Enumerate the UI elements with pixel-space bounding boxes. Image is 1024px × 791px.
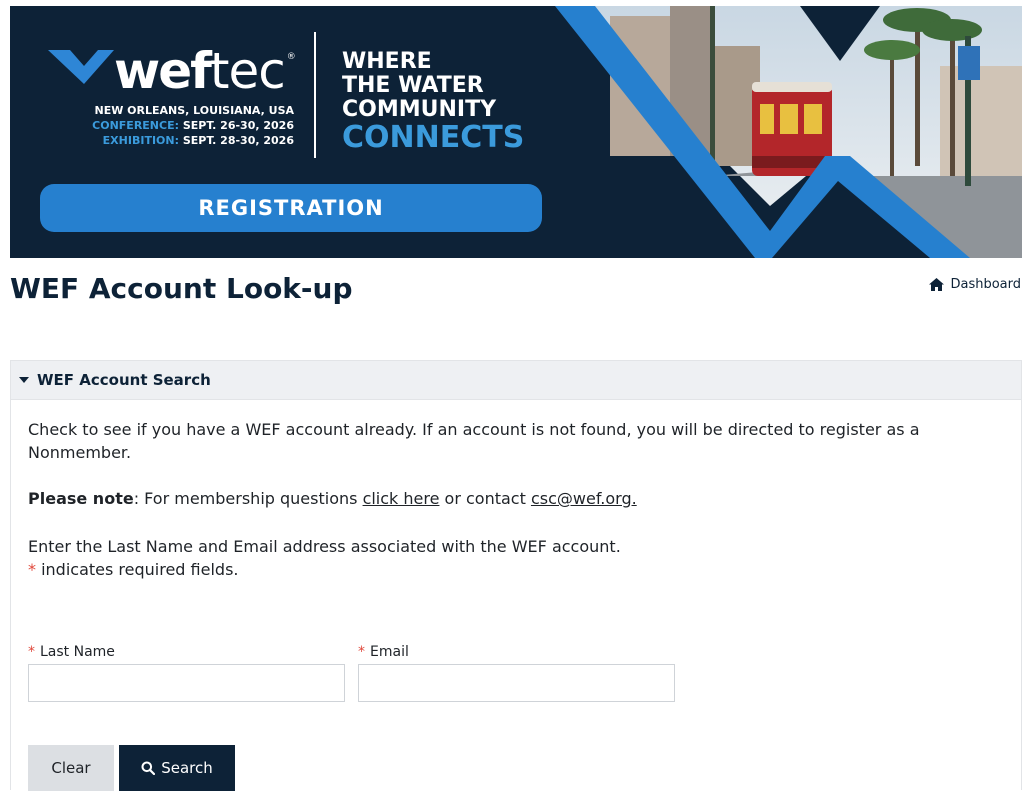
page-title: WEF Account Look-up (10, 272, 353, 305)
csc-email-link[interactable]: csc@wef.org. (531, 489, 637, 508)
account-search-panel: WEF Account Search Check to see if you h… (10, 360, 1022, 791)
banner-divider (314, 32, 316, 158)
logo-registered-mark: ® (286, 52, 296, 62)
weftec-logo: weftec ® (114, 46, 296, 96)
instructions-text: Enter the Last Name and Email address as… (28, 537, 621, 556)
panel-title: WEF Account Search (37, 371, 211, 389)
required-asterisk: * (28, 560, 36, 579)
logo-wef: wef (114, 42, 212, 100)
membership-note: Please note: For membership questions cl… (28, 489, 637, 508)
membership-click-here-link[interactable]: click here (363, 489, 440, 508)
last-name-field-group: * Last Name (28, 644, 345, 702)
banner-tagline: WHERE THE WATER COMMUNITY CONNECTS (342, 49, 525, 155)
intro-text: Check to see if you have a WEF account a… (28, 420, 920, 462)
email-field-group: * Email (358, 644, 675, 702)
dashboard-link[interactable]: Dashboard (929, 277, 1021, 292)
logo-tec: tec (209, 42, 286, 100)
dashboard-label: Dashboard (950, 277, 1021, 292)
registration-button[interactable]: REGISTRATION (40, 184, 542, 232)
required-legend: * indicates required fields. (28, 560, 239, 579)
last-name-input[interactable] (28, 664, 345, 702)
exhibition-dates-line: EXHIBITION: SEPT. 28-30, 2026 (102, 134, 294, 147)
clear-button[interactable]: Clear (28, 745, 114, 791)
last-name-label: * Last Name (28, 644, 115, 660)
home-icon (929, 278, 945, 291)
conference-dates-line: CONFERENCE: SEPT. 26-30, 2026 (92, 119, 294, 132)
event-banner: weftec ® NEW ORLEANS, LOUISIANA, USA CON… (10, 6, 1022, 258)
caret-down-icon (19, 377, 29, 383)
email-label: * Email (358, 644, 409, 660)
panel-header-toggle[interactable]: WEF Account Search (11, 361, 1021, 400)
event-location: NEW ORLEANS, LOUISIANA, USA (94, 104, 295, 117)
search-icon (141, 761, 156, 775)
event-info: NEW ORLEANS, LOUISIANA, USA CONFERENCE: … (64, 103, 294, 148)
search-button[interactable]: Search (119, 745, 235, 791)
email-input[interactable] (358, 664, 675, 702)
